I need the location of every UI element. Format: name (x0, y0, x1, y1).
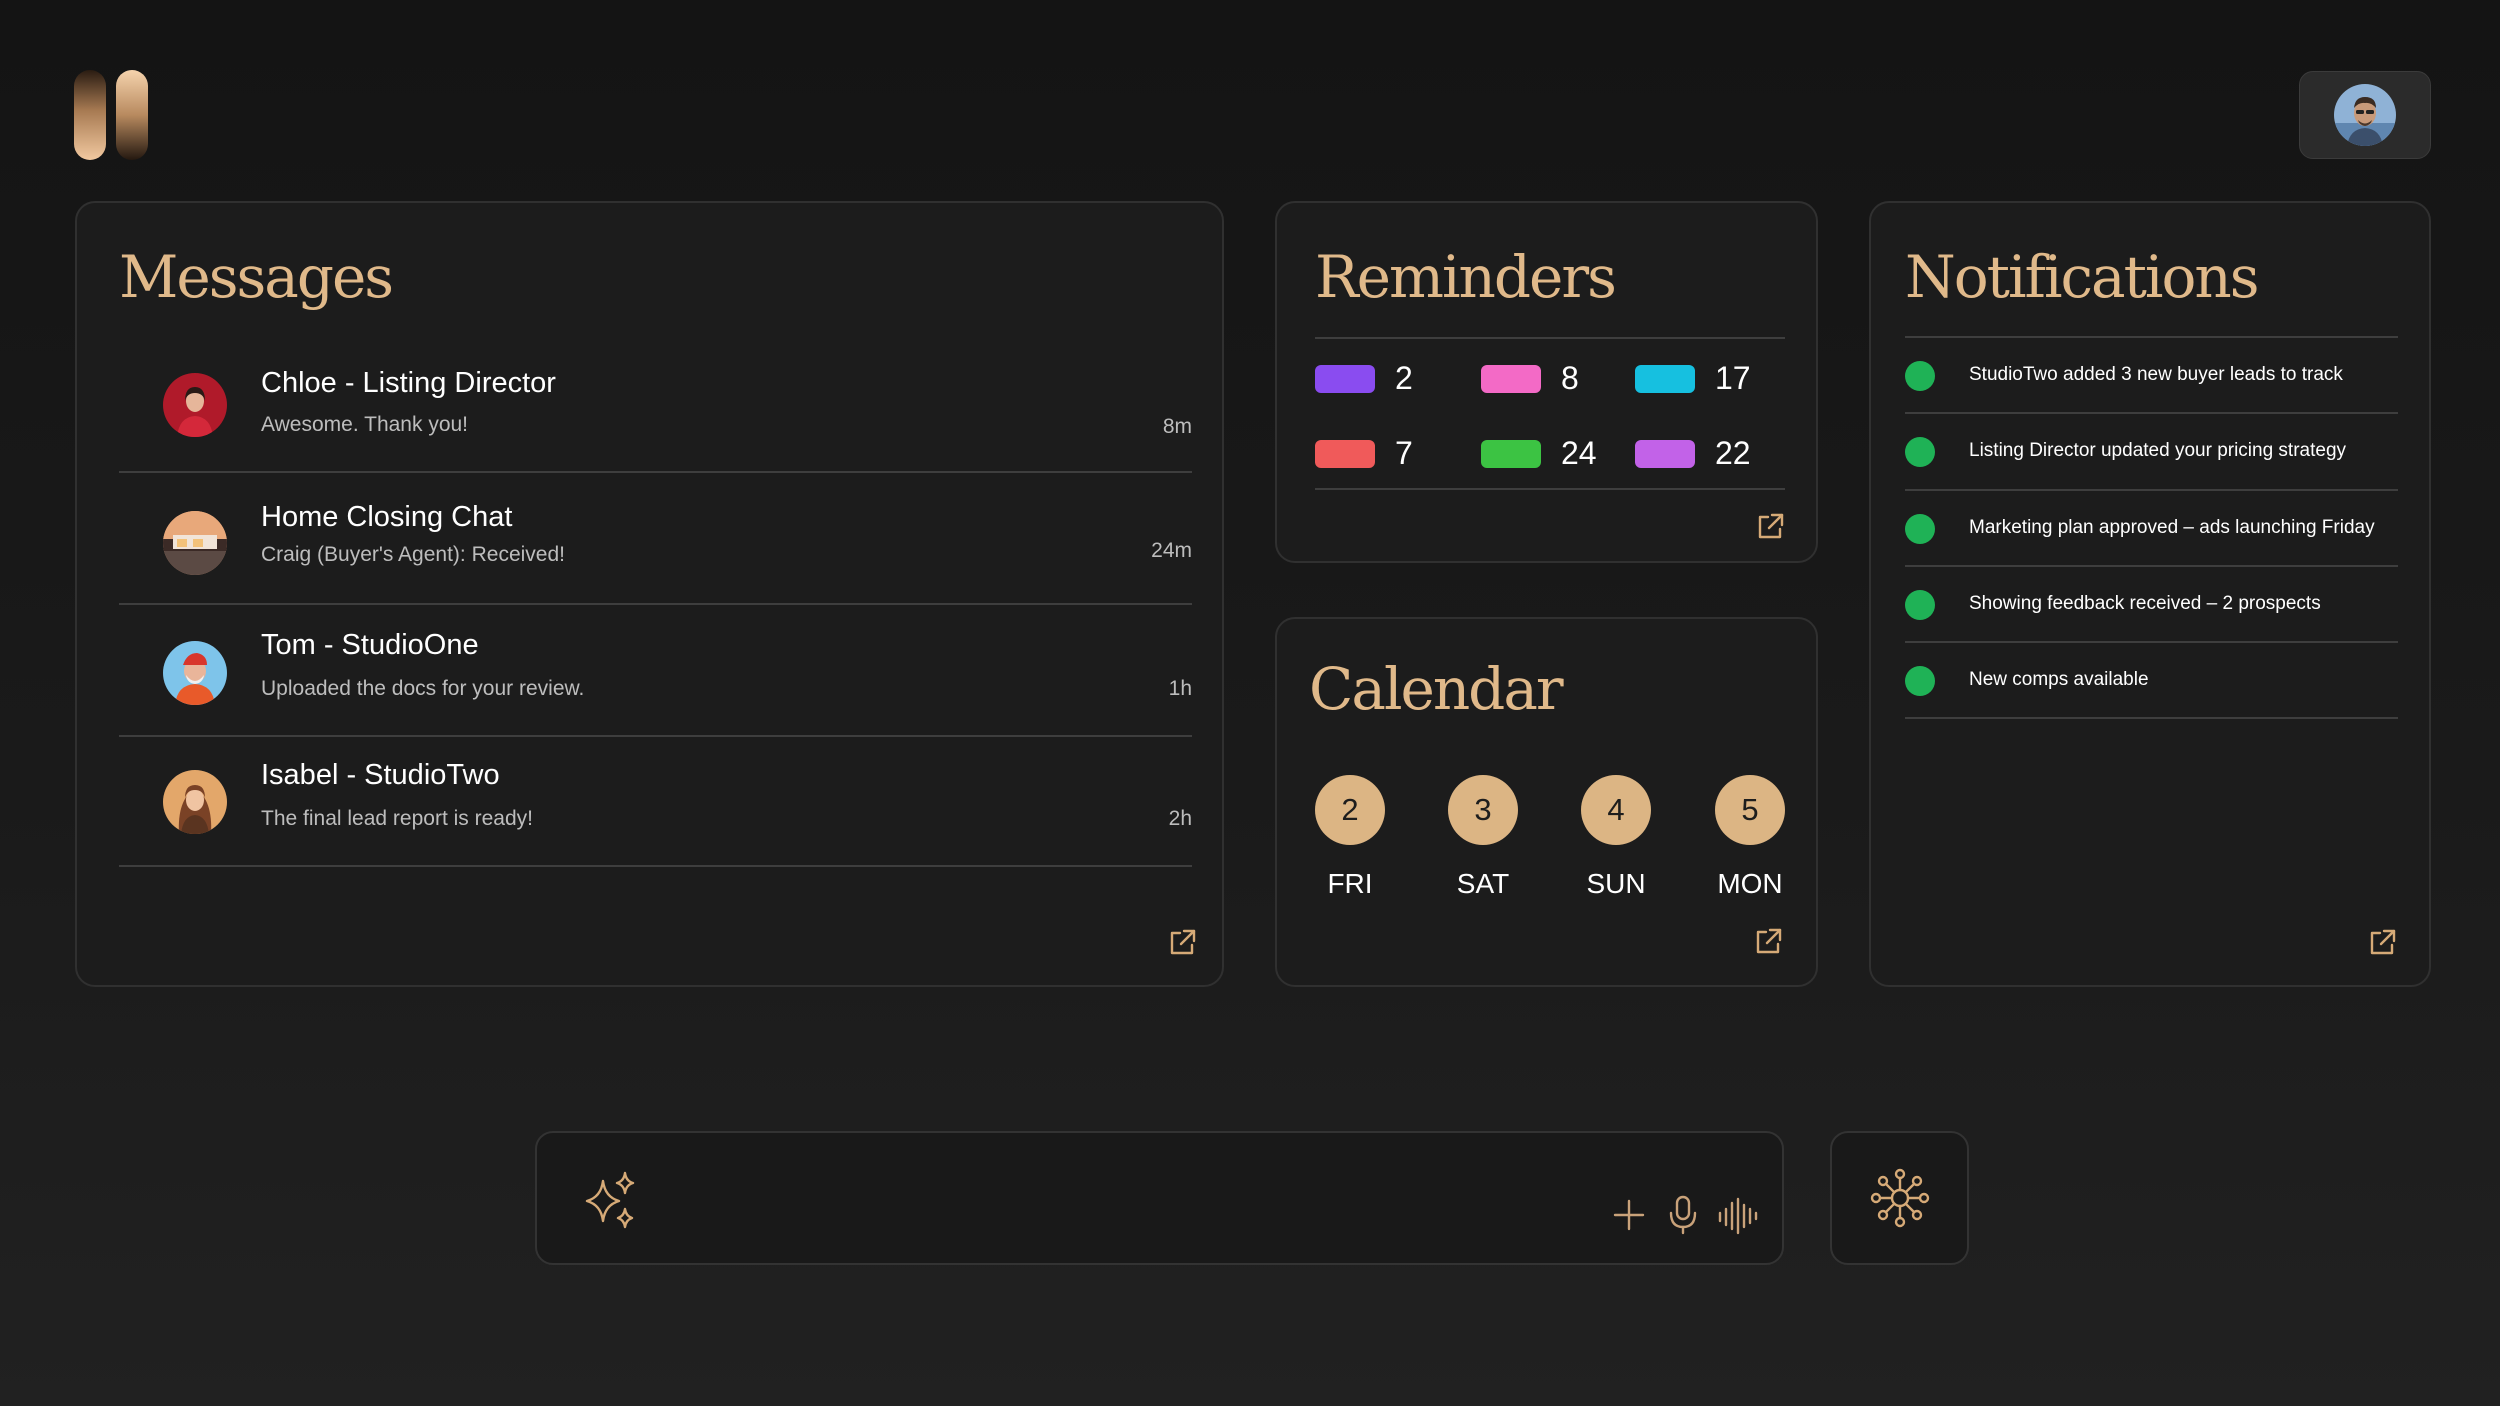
notification-text[interactable]: New comps available (1969, 669, 2149, 691)
assistant-prompt-bar[interactable] (535, 1131, 1784, 1265)
calendar-title: Calendar (1309, 655, 1564, 723)
network-hub-button[interactable] (1830, 1131, 1969, 1265)
reminder-color-swatch (1635, 365, 1695, 393)
message-preview: Awesome. Thank you! (261, 413, 469, 436)
messages-card: Messages Chloe - Listing Director Awesom… (75, 201, 1224, 987)
avatar (163, 770, 227, 834)
reminder-color-swatch (1481, 440, 1541, 468)
message-item[interactable]: Home Closing Chat Craig (Buyer's Agent):… (119, 475, 1192, 605)
status-dot (1905, 361, 1935, 391)
reminders-card: Reminders 2 8 17 7 24 22 (1275, 201, 1818, 563)
plus-icon[interactable] (1613, 1199, 1645, 1231)
notification-text[interactable]: Listing Director updated your pricing st… (1969, 440, 2346, 462)
external-link-icon[interactable] (1165, 926, 1199, 960)
external-link-icon[interactable] (1753, 510, 1787, 544)
divider (1905, 412, 2398, 414)
reminder-count: 7 (1395, 435, 1413, 471)
calendar-day-label: FRI (1327, 868, 1373, 899)
reminder-color-swatch (1315, 365, 1375, 393)
avatar (163, 511, 227, 575)
reminders-title: Reminders (1315, 243, 1617, 311)
message-time: 2h (1168, 807, 1192, 830)
status-dot (1905, 666, 1935, 696)
calendar-date[interactable]: 3 (1448, 775, 1518, 845)
calendar-date[interactable]: 5 (1715, 775, 1785, 845)
status-dot (1905, 514, 1935, 544)
divider (1315, 337, 1785, 339)
divider (1905, 641, 2398, 643)
divider (119, 865, 1192, 867)
reminder-color-swatch (1315, 440, 1375, 468)
reminder-color-swatch (1481, 365, 1541, 393)
messages-title: Messages (119, 243, 394, 311)
user-avatar (2334, 84, 2396, 146)
message-preview: The final lead report is ready! (261, 807, 533, 830)
notifications-card: Notifications StudioTwo added 3 new buye… (1869, 201, 2431, 987)
divider (1905, 336, 2398, 338)
logo-bar-left (74, 70, 106, 160)
message-sender: Chloe - Listing Director (261, 367, 556, 399)
message-item[interactable]: Tom - StudioOne Uploaded the docs for yo… (119, 607, 1192, 737)
calendar-date[interactable]: 2 (1315, 775, 1385, 845)
divider (1905, 717, 2398, 719)
divider (1905, 489, 2398, 491)
divider (1905, 565, 2398, 567)
calendar-card: Calendar 2 FRI 3 SAT 4 SUN 5 MON (1275, 617, 1818, 987)
sparkle-icon[interactable] (579, 1169, 643, 1233)
message-sender: Tom - StudioOne (261, 629, 479, 661)
notification-text[interactable]: Marketing plan approved – ads launching … (1969, 517, 2375, 539)
user-avatar-button[interactable] (2299, 71, 2431, 159)
message-sender: Home Closing Chat (261, 501, 513, 533)
microphone-icon[interactable] (1668, 1195, 1698, 1235)
message-preview: Craig (Buyer's Agent): Received! (261, 543, 565, 566)
reminder-count: 2 (1395, 360, 1413, 396)
calendar-date[interactable]: 4 (1581, 775, 1651, 845)
message-item[interactable]: Chloe - Listing Director Awesome. Thank … (119, 343, 1192, 473)
reminder-color-swatch (1635, 440, 1695, 468)
calendar-day-label: MON (1717, 868, 1783, 899)
notification-text[interactable]: Showing feedback received – 2 prospects (1969, 593, 2321, 615)
message-time: 24m (1151, 539, 1192, 562)
calendar-day-label: SUN (1586, 868, 1646, 899)
app-logo (74, 70, 154, 160)
message-sender: Isabel - StudioTwo (261, 759, 500, 791)
avatar (163, 641, 227, 705)
reminder-count: 8 (1561, 360, 1579, 396)
status-dot (1905, 590, 1935, 620)
notification-text[interactable]: StudioTwo added 3 new buyer leads to tra… (1969, 364, 2343, 386)
avatar (163, 373, 227, 437)
calendar-day-label: SAT (1456, 868, 1510, 899)
message-time: 1h (1168, 677, 1192, 700)
reminder-count: 17 (1715, 360, 1751, 396)
message-item[interactable]: Isabel - StudioTwo The final lead report… (119, 737, 1192, 867)
status-dot (1905, 437, 1935, 467)
waveform-icon[interactable] (1717, 1197, 1759, 1235)
external-link-icon[interactable] (2365, 926, 2399, 960)
reminder-count: 24 (1561, 435, 1597, 471)
message-preview: Uploaded the docs for your review. (261, 677, 585, 700)
external-link-icon[interactable] (1751, 925, 1785, 959)
network-hub-icon (1870, 1168, 1929, 1228)
logo-bar-right (116, 70, 148, 160)
divider (119, 471, 1192, 473)
notifications-title: Notifications (1905, 243, 2260, 311)
divider (1315, 488, 1785, 490)
divider (119, 603, 1192, 605)
reminder-count: 22 (1715, 435, 1751, 471)
message-time: 8m (1162, 415, 1192, 438)
